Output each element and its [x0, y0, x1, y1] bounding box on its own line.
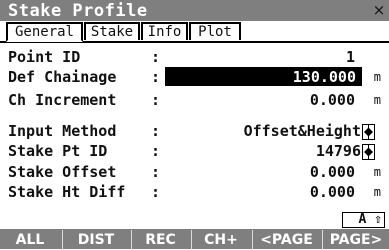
- colon: :: [151, 183, 161, 201]
- softkey-ch-plus[interactable]: CH+: [191, 230, 250, 250]
- row-input-method: Input Method : Offset&Height: [8, 122, 383, 140]
- stake-offset-label: Stake Offset: [8, 163, 117, 181]
- tab-stake[interactable]: Stake: [84, 22, 140, 40]
- colon: :: [151, 48, 161, 66]
- softkey-bar: ALL DIST REC CH+ <PAGE PAGE>: [0, 213, 389, 250]
- def-chainage-unit: m: [373, 70, 381, 84]
- stake-offset-value: 0.000: [309, 163, 355, 181]
- row-def-chainage: Def Chainage : 130.000 m: [8, 67, 383, 86]
- tab-plot[interactable]: Plot: [189, 22, 241, 40]
- window-title: Stake Profile: [8, 1, 148, 21]
- row-stake-ht-diff: Stake Ht Diff : 0.000 m: [8, 183, 383, 201]
- stake-pt-id-arrows-icon[interactable]: [362, 144, 375, 160]
- stake-offset-unit: m: [373, 165, 381, 179]
- ch-increment-label: Ch Increment: [8, 91, 117, 109]
- title-bar: Stake Profile ×: [0, 0, 389, 21]
- row-point-id: Point ID : 1: [8, 48, 383, 66]
- ch-increment-value[interactable]: 0.000: [310, 91, 355, 109]
- colon: :: [151, 91, 161, 109]
- softkey-page-prev[interactable]: <PAGE: [252, 230, 320, 250]
- tab-general[interactable]: General: [6, 22, 83, 42]
- input-method-arrows-icon[interactable]: [362, 124, 375, 140]
- row-ch-increment: Ch Increment : 0.000 m: [8, 91, 383, 109]
- def-chainage-value: 130.000: [292, 68, 356, 86]
- tab-info[interactable]: Info: [141, 22, 188, 40]
- def-chainage-field[interactable]: 130.000: [165, 67, 362, 86]
- def-chainage-label: Def Chainage: [8, 68, 117, 86]
- colon: :: [151, 142, 161, 160]
- softkey-rec[interactable]: REC: [131, 230, 189, 250]
- row-stake-pt-id: Stake Pt ID : 14796: [8, 142, 383, 160]
- stake-pt-id-value[interactable]: 14796: [316, 142, 361, 160]
- input-mode-indicator: A ⇧: [342, 212, 385, 228]
- stake-profile-screen: Stake Profile × General Stake Info Plot …: [0, 0, 389, 250]
- close-icon[interactable]: ×: [371, 2, 387, 18]
- row-stake-offset: Stake Offset : 0.000 m: [8, 163, 383, 181]
- input-method-label: Input Method: [8, 122, 117, 140]
- point-id-label: Point ID: [8, 48, 81, 66]
- softkey-page-next[interactable]: PAGE>: [322, 230, 389, 250]
- stake-ht-diff-label: Stake Ht Diff: [8, 183, 126, 201]
- softkey-all[interactable]: ALL: [2, 230, 58, 250]
- colon: :: [151, 122, 161, 140]
- point-id-value[interactable]: 1: [346, 48, 355, 66]
- colon: :: [151, 163, 161, 181]
- ch-increment-unit: m: [373, 93, 381, 107]
- input-method-value[interactable]: Offset&Height: [244, 122, 361, 140]
- stake-ht-diff-unit: m: [373, 185, 381, 199]
- colon: :: [151, 68, 161, 86]
- tab-bar: General Stake Info Plot: [0, 21, 389, 43]
- stake-ht-diff-value: 0.000: [309, 183, 355, 201]
- stake-pt-id-label: Stake Pt ID: [8, 142, 108, 160]
- softkey-dist[interactable]: DIST: [62, 230, 129, 250]
